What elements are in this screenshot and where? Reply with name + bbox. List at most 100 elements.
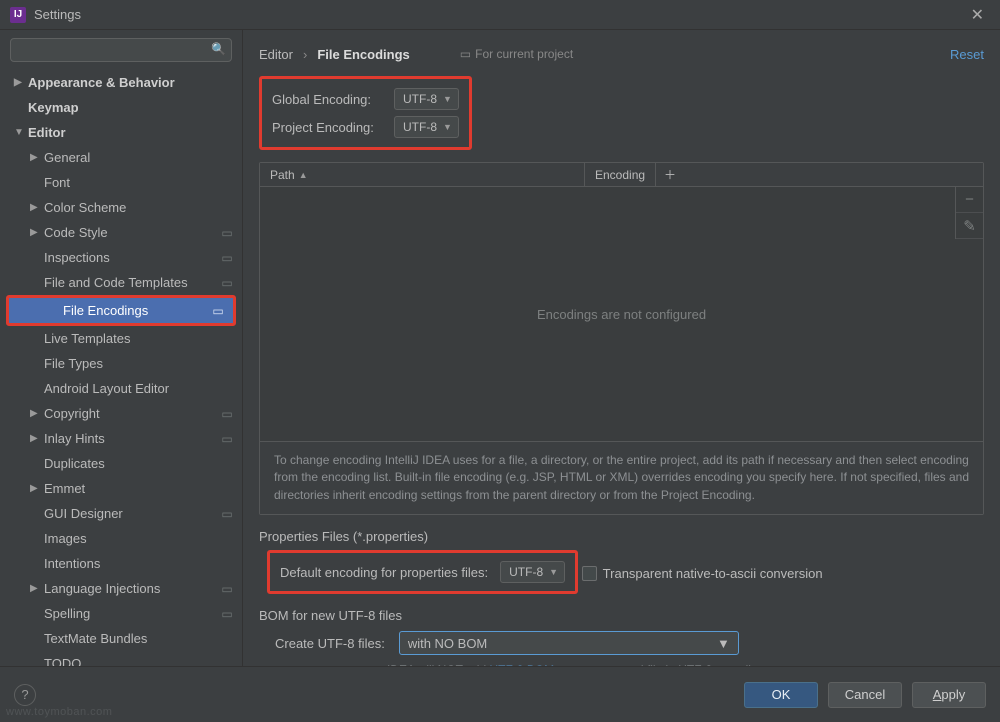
- sidebar-item-appearance-behavior[interactable]: ▶Appearance & Behavior: [0, 70, 242, 95]
- tree-arrow-icon: [30, 458, 42, 469]
- sidebar-item-gui-designer[interactable]: GUI Designer ▭: [0, 501, 242, 526]
- sidebar-item-label: File Encodings: [63, 303, 148, 318]
- sidebar-item-label: Android Layout Editor: [44, 381, 169, 396]
- sidebar-item-inlay-hints[interactable]: ▶Inlay Hints▭: [0, 426, 242, 451]
- settings-main-panel: Editor › File Encodings ▭ For current pr…: [243, 30, 1000, 666]
- column-encoding[interactable]: Encoding: [585, 163, 656, 186]
- dialog-footer: ? OK Cancel Apply: [0, 666, 1000, 722]
- sidebar-item-inspections[interactable]: Inspections▭: [0, 245, 242, 270]
- project-scope-icon: ▭: [220, 607, 234, 621]
- properties-encoding-combo[interactable]: UTF-8▼: [500, 561, 565, 583]
- sidebar-item-label: Duplicates: [44, 456, 105, 471]
- create-utf8-combo[interactable]: with NO BOM▼: [399, 631, 739, 655]
- sidebar-item-label: Editor: [28, 125, 66, 140]
- sidebar-item-file-and-code-templates[interactable]: File and Code Templates ▭: [0, 270, 242, 295]
- properties-encoding-label: Default encoding for properties files:: [280, 565, 488, 580]
- edit-row-button[interactable]: ✎: [956, 213, 983, 239]
- sidebar-item-label: GUI Designer: [44, 506, 123, 521]
- sidebar-item-label: Spelling: [44, 606, 90, 621]
- sidebar-item-label: Code Style: [44, 225, 108, 240]
- sidebar-item-textmate-bundles[interactable]: TextMate Bundles: [0, 626, 242, 651]
- encoding-highlight-box: Global Encoding: UTF-8▼ Project Encoding…: [259, 76, 472, 150]
- tree-arrow-icon: [30, 252, 42, 263]
- sidebar-item-label: Appearance & Behavior: [28, 75, 175, 90]
- project-encoding-combo[interactable]: UTF-8▼: [394, 116, 459, 138]
- properties-section-title: Properties Files (*.properties): [259, 529, 984, 544]
- project-scope-icon: ▭: [220, 276, 234, 290]
- transparent-ascii-checkbox[interactable]: [582, 566, 597, 581]
- sidebar-item-label: Live Templates: [44, 331, 130, 346]
- tree-arrow-icon: [30, 658, 42, 666]
- tree-arrow-icon: ▼: [14, 127, 26, 138]
- sidebar-item-file-encodings[interactable]: File Encodings ▭: [9, 298, 233, 323]
- chevron-down-icon: ▼: [443, 122, 452, 132]
- scope-indicator: ▭ For current project: [460, 47, 573, 61]
- sidebar-item-label: File Types: [44, 356, 103, 371]
- sidebar-item-emmet[interactable]: ▶Emmet: [0, 476, 242, 501]
- titlebar: IJ Settings ✕: [0, 0, 1000, 30]
- sidebar-item-label: Images: [44, 531, 87, 546]
- close-icon[interactable]: ✕: [965, 1, 990, 29]
- sidebar-item-label: File and Code Templates: [44, 275, 188, 290]
- window-title: Settings: [34, 7, 965, 22]
- breadcrumb-file-encodings: File Encodings: [317, 47, 409, 62]
- sidebar-item-language-injections[interactable]: ▶Language Injections▭: [0, 576, 242, 601]
- tree-arrow-icon: ▶: [30, 583, 42, 594]
- app-icon: IJ: [10, 7, 26, 23]
- tree-arrow-icon: ▶: [30, 483, 42, 494]
- sidebar-item-todo[interactable]: TODO: [0, 651, 242, 666]
- tree-arrow-icon: [30, 383, 42, 394]
- help-button[interactable]: ?: [14, 684, 36, 706]
- table-empty-text: Encodings are not configured: [537, 307, 706, 322]
- tree-arrow-icon: ▶: [14, 77, 26, 88]
- breadcrumb-editor[interactable]: Editor: [259, 47, 293, 62]
- project-scope-icon: ▭: [211, 304, 225, 318]
- global-encoding-label: Global Encoding:: [272, 92, 384, 107]
- sidebar-item-copyright[interactable]: ▶Copyright▭: [0, 401, 242, 426]
- reset-link[interactable]: Reset: [950, 47, 984, 62]
- sidebar-item-spelling[interactable]: Spelling ▭: [0, 601, 242, 626]
- project-scope-icon: ▭: [220, 507, 234, 521]
- sidebar-item-intentions[interactable]: Intentions: [0, 551, 242, 576]
- settings-tree: ▶Appearance & Behavior Keymap▼Editor▶Gen…: [0, 70, 242, 666]
- tree-arrow-icon: ▶: [30, 227, 42, 238]
- sidebar-item-duplicates[interactable]: Duplicates: [0, 451, 242, 476]
- apply-button[interactable]: Apply: [912, 682, 986, 708]
- project-encoding-label: Project Encoding:: [272, 120, 384, 135]
- column-path[interactable]: Path▲: [260, 163, 585, 186]
- encoding-hint: To change encoding IntelliJ IDEA uses fo…: [260, 441, 983, 514]
- chevron-down-icon: ▼: [549, 567, 558, 577]
- project-scope-icon: ▭: [220, 432, 234, 446]
- remove-row-button[interactable]: −: [956, 187, 983, 213]
- search-input[interactable]: [10, 38, 232, 62]
- sidebar-item-label: Font: [44, 175, 70, 190]
- tree-arrow-icon: ▶: [30, 202, 42, 213]
- add-row-button[interactable]: ＋: [656, 163, 684, 186]
- sidebar-item-label: Keymap: [28, 100, 79, 115]
- settings-sidebar: 🔍 ▶Appearance & Behavior Keymap▼Editor▶G…: [0, 30, 243, 666]
- sidebar-item-android-layout-editor[interactable]: Android Layout Editor: [0, 376, 242, 401]
- sidebar-item-font[interactable]: Font: [0, 170, 242, 195]
- sidebar-item-images[interactable]: Images: [0, 526, 242, 551]
- tree-arrow-icon: [30, 358, 42, 369]
- sidebar-item-editor[interactable]: ▼Editor: [0, 120, 242, 145]
- sidebar-item-label: Language Injections: [44, 581, 160, 596]
- global-encoding-combo[interactable]: UTF-8▼: [394, 88, 459, 110]
- cancel-button[interactable]: Cancel: [828, 682, 902, 708]
- sidebar-item-keymap[interactable]: Keymap: [0, 95, 242, 120]
- sidebar-item-color-scheme[interactable]: ▶Color Scheme: [0, 195, 242, 220]
- project-scope-icon: ▭: [220, 407, 234, 421]
- sidebar-item-general[interactable]: ▶General: [0, 145, 242, 170]
- sidebar-item-label: General: [44, 150, 90, 165]
- sidebar-item-code-style[interactable]: ▶Code Style ▭: [0, 220, 242, 245]
- sidebar-item-label: Intentions: [44, 556, 100, 571]
- project-scope-icon: ▭: [220, 251, 234, 265]
- sidebar-item-live-templates[interactable]: Live Templates: [0, 326, 242, 351]
- project-scope-icon: ▭: [220, 226, 234, 240]
- ok-button[interactable]: OK: [744, 682, 818, 708]
- transparent-ascii-label: Transparent native-to-ascii conversion: [603, 566, 823, 581]
- sidebar-item-label: Inlay Hints: [44, 431, 105, 446]
- tree-arrow-icon: [30, 533, 42, 544]
- sidebar-item-label: Emmet: [44, 481, 85, 496]
- sidebar-item-file-types[interactable]: File Types: [0, 351, 242, 376]
